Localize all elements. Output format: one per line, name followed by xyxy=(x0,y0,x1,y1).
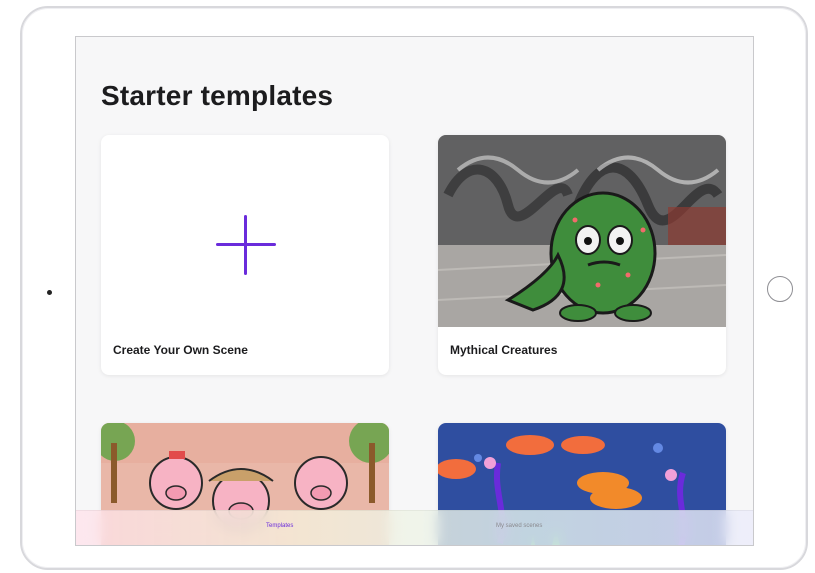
home-button[interactable] xyxy=(767,276,793,302)
card-label: Create Your Own Scene xyxy=(113,343,248,357)
page-title: Starter templates xyxy=(101,80,334,111)
mythical-creatures-image xyxy=(438,135,726,327)
card-label: Mythical Creatures xyxy=(450,343,558,357)
tab-templates[interactable]: Templates xyxy=(266,523,293,529)
tab-my-saved-scenes[interactable]: My saved scenes xyxy=(496,523,542,529)
app-screen: Starter templates Create Your Own Scene xyxy=(75,36,754,546)
template-card-mythical-creatures[interactable]: Mythical Creatures xyxy=(438,135,726,375)
bottom-tab-bar: Templates My saved scenes xyxy=(76,510,753,545)
plus-icon xyxy=(216,215,276,275)
create-scene-card[interactable]: Create Your Own Scene xyxy=(101,135,389,375)
camera-dot xyxy=(47,290,52,295)
